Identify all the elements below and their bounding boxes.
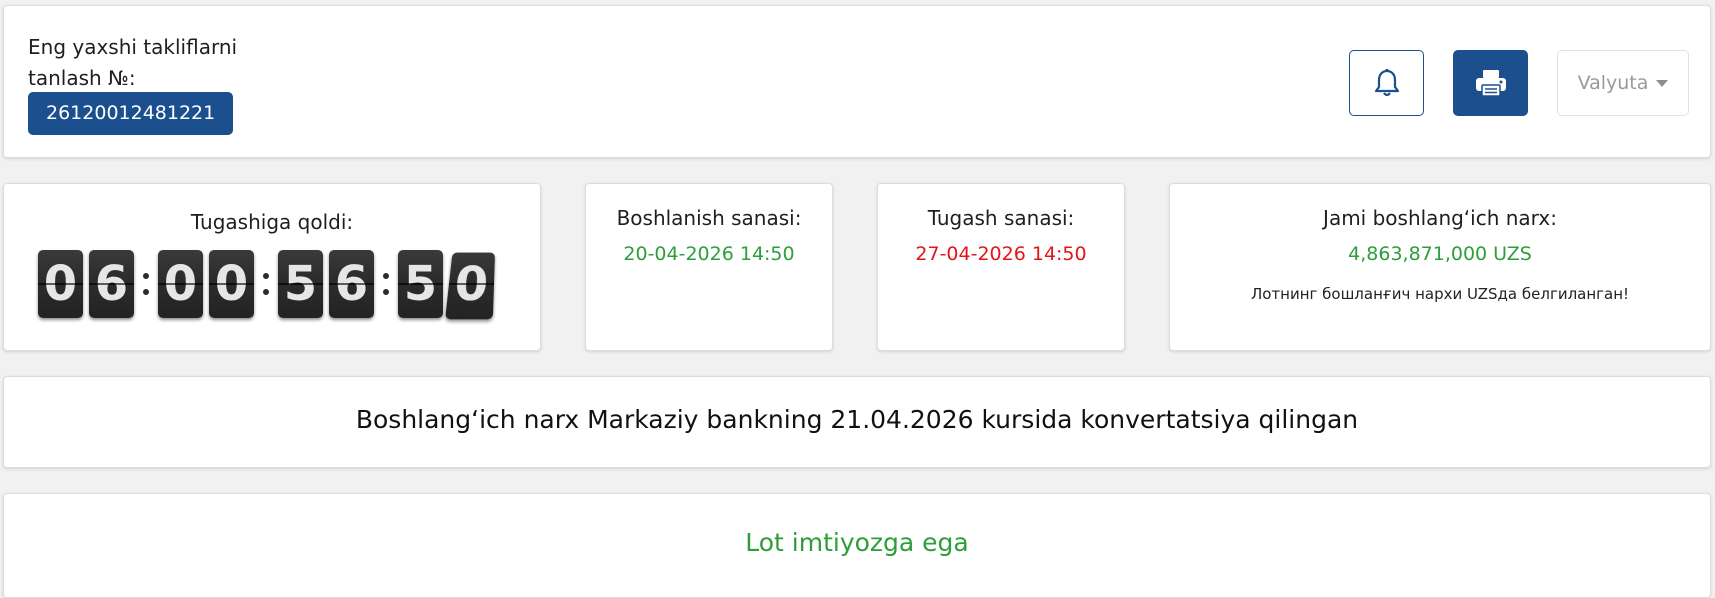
countdown-digit: 6 (329, 250, 374, 318)
start-date-card: Boshlanish sanasi: 20-04-2026 14:50 (585, 183, 833, 351)
countdown-timer: 0 6 0 0 5 6 5 0 (38, 248, 500, 320)
privilege-banner: Lot imtiyozga ega (3, 493, 1711, 598)
end-date-label: Tugash sanasi: (927, 206, 1075, 230)
countdown-digit: 6 (89, 250, 134, 318)
countdown-separator (380, 250, 392, 318)
price-currency-note: Лотнинг бошланғич нархи UZSда белгиланга… (1250, 285, 1630, 303)
notify-button[interactable] (1349, 50, 1424, 116)
countdown-digit: 0 (209, 250, 254, 318)
print-button[interactable] (1453, 50, 1528, 116)
countdown-digit: 5 (398, 250, 443, 318)
bell-icon (1374, 68, 1399, 97)
total-price-card: Jami boshlangʻich narx: 4,863,871,000 UZ… (1169, 183, 1711, 351)
end-date-card: Tugash sanasi: 27-04-2026 14:50 (877, 183, 1125, 351)
lot-title-line1: Eng yaxshi takliflarni (28, 35, 238, 59)
countdown-digit: 0 (445, 252, 495, 320)
end-date-value: 27-04-2026 14:50 (915, 243, 1087, 265)
start-date-label: Boshlanish sanasi: (616, 206, 802, 230)
lot-number-badge[interactable]: 26120012481221 (28, 92, 234, 135)
caret-down-icon (1656, 79, 1669, 87)
start-date-value: 20-04-2026 14:50 (623, 243, 795, 265)
lot-title-line2: tanlash №: (28, 66, 136, 90)
conversion-banner-text: Boshlangʻich narx Markaziy bankning 21.0… (355, 405, 1359, 434)
countdown-card: Tugashiga qoldi: 0 6 0 0 5 6 5 0 (3, 183, 541, 351)
countdown-separator (140, 250, 152, 318)
lot-title: Eng yaxshi takliflarni tanlash №: (28, 32, 288, 94)
countdown-separator (260, 250, 272, 318)
currency-select-label: Valyuta (1577, 72, 1649, 94)
privilege-banner-text: Lot imtiyozga ega (745, 528, 969, 557)
total-price-value: 4,863,871,000 UZS (1348, 243, 1532, 265)
conversion-banner: Boshlangʻich narx Markaziy bankning 21.0… (3, 376, 1711, 468)
countdown-digit: 5 (278, 250, 323, 318)
countdown-digit: 0 (38, 250, 83, 318)
countdown-label: Tugashiga qoldi: (190, 210, 354, 234)
countdown-digit: 0 (158, 250, 203, 318)
printer-icon (1475, 70, 1506, 97)
lot-header-card: Eng yaxshi takliflarni tanlash №: 261200… (3, 5, 1711, 158)
currency-select[interactable]: Valyuta (1557, 50, 1689, 116)
total-price-label: Jami boshlangʻich narx: (1323, 206, 1557, 230)
